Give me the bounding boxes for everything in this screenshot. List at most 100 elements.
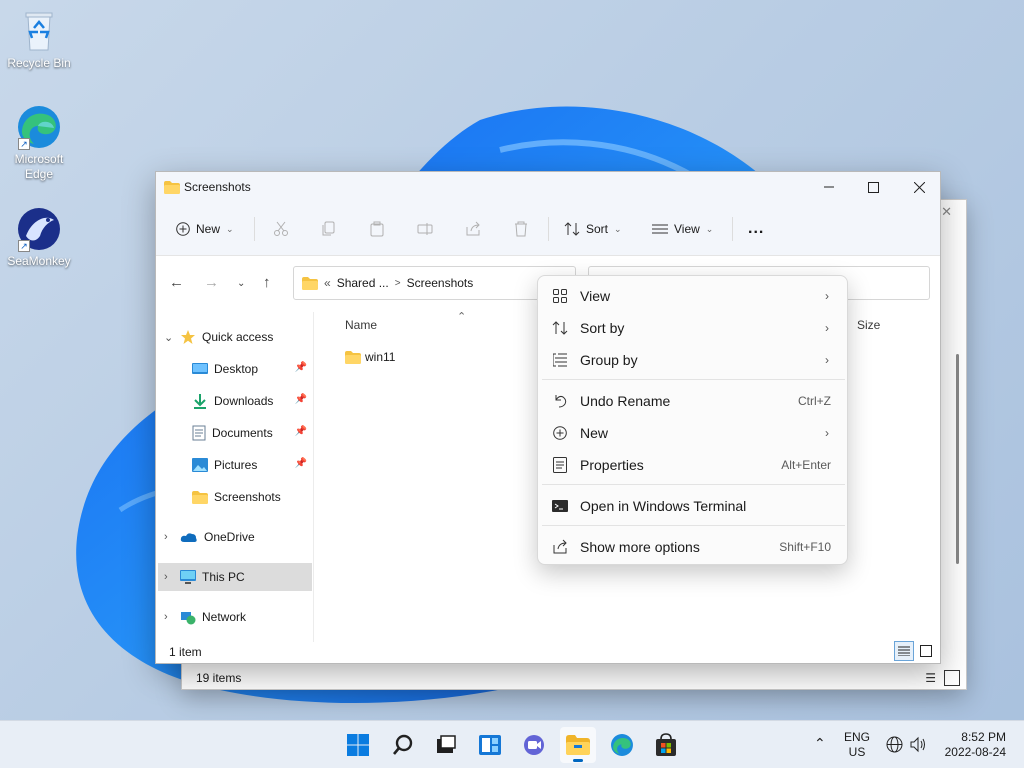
share-button[interactable]: [465, 213, 481, 245]
task-view-button[interactable]: [428, 727, 464, 763]
copy-button[interactable]: [321, 213, 337, 245]
sidebar-item-network[interactable]: › Network: [164, 603, 318, 631]
view-lines-icon: [652, 224, 668, 234]
desktop-icon-label: Microsoft Edge: [14, 152, 64, 181]
tiles-view-icon[interactable]: [944, 670, 960, 686]
widgets-button[interactable]: [472, 727, 508, 763]
recent-locations-button[interactable]: ⌄: [237, 278, 245, 289]
sidebar-item-this-pc[interactable]: › This PC: [158, 563, 312, 591]
context-menu: View › Sort by › Group by › Undo Rename …: [537, 275, 848, 565]
file-name: win11: [365, 350, 396, 364]
volume-icon[interactable]: [910, 736, 927, 756]
tiles-view-button[interactable]: [916, 641, 936, 661]
chevron-down-icon: ⌄: [705, 223, 714, 234]
sort-button[interactable]: Sort ⌄: [564, 213, 622, 245]
search-button[interactable]: [385, 727, 421, 763]
close-icon: [913, 181, 925, 193]
menu-item-group-by[interactable]: Group by ›: [542, 344, 845, 376]
sidebar-item-screenshots[interactable]: Screenshots: [192, 483, 310, 511]
sidebar-item-label: Documents: [212, 426, 273, 440]
language-indicator[interactable]: ENG US: [842, 730, 872, 760]
address-bar[interactable]: « Shared ... > Screenshots ⌄: [293, 266, 576, 300]
star-icon: [181, 330, 195, 344]
chevron-down-icon: ⌄: [614, 223, 622, 234]
cut-button[interactable]: [273, 213, 289, 245]
pin-icon[interactable]: 📌: [295, 394, 307, 405]
sidebar-item-label: Downloads: [214, 394, 274, 408]
maximize-button[interactable]: [850, 172, 896, 202]
forward-button[interactable]: →: [204, 274, 219, 291]
menu-item-show-more-options[interactable]: Show more options Shift+F10: [542, 531, 845, 563]
widgets-icon: [479, 735, 501, 755]
show-hidden-icons-button[interactable]: ⌃: [814, 735, 826, 752]
list-item[interactable]: win11: [345, 350, 395, 364]
menu-item-view[interactable]: View ›: [542, 280, 845, 312]
sidebar-item-downloads[interactable]: Downloads 📌: [192, 387, 310, 415]
details-view-button[interactable]: [894, 641, 914, 661]
network-status-icon[interactable]: [886, 736, 903, 756]
start-button[interactable]: [340, 727, 376, 763]
edge-button[interactable]: [604, 727, 640, 763]
clock-date: 2022-08-24: [944, 745, 1006, 759]
delete-button[interactable]: [513, 213, 529, 245]
sidebar-item-onedrive[interactable]: › OneDrive: [164, 523, 318, 551]
task-view-icon: [437, 735, 456, 753]
pin-icon[interactable]: 📌: [295, 362, 307, 373]
desktop-icon-recycle-bin[interactable]: Recycle Bin: [4, 8, 74, 71]
see-more-button[interactable]: ...: [748, 213, 764, 245]
paste-icon: [370, 221, 384, 237]
menu-item-label: Undo Rename: [580, 393, 671, 409]
maximize-icon: [867, 181, 879, 193]
breadcrumb-screenshots[interactable]: Screenshots: [407, 276, 474, 290]
seamonkey-icon: ↗: [16, 206, 62, 252]
paste-button[interactable]: [369, 213, 385, 245]
menu-item-new[interactable]: New ›: [542, 417, 845, 449]
chevron-down-icon: ⌄: [164, 331, 174, 344]
menu-item-sort-by[interactable]: Sort by ›: [542, 312, 845, 344]
pin-icon[interactable]: 📌: [295, 426, 307, 437]
divider: [732, 217, 733, 241]
copy-icon: [322, 221, 335, 236]
scrollbar[interactable]: [956, 354, 959, 564]
sidebar-item-documents[interactable]: Documents 📌: [192, 419, 310, 447]
column-header-name[interactable]: Name: [345, 318, 377, 332]
column-header-size[interactable]: Size: [857, 318, 880, 332]
up-button[interactable]: ↑: [263, 274, 271, 291]
breadcrumb-shared[interactable]: Shared ...: [337, 276, 389, 290]
folder-icon: [302, 276, 318, 290]
desktop-icon-edge[interactable]: ↗ Microsoft Edge: [4, 104, 74, 182]
sidebar-item-desktop[interactable]: Desktop 📌: [192, 355, 310, 383]
breadcrumb-overflow[interactable]: «: [324, 276, 331, 290]
menu-item-properties[interactable]: Properties Alt+Enter: [542, 449, 845, 481]
details-view-icon[interactable]: ☰: [925, 671, 936, 685]
chevron-right-icon: ›: [164, 611, 168, 623]
menu-separator: [542, 525, 845, 526]
sidebar-item-quick-access[interactable]: ⌄ Quick access: [164, 323, 318, 351]
chevron-right-icon: ›: [825, 426, 829, 440]
back-button[interactable]: ←: [169, 274, 184, 291]
sidebar-item-pictures[interactable]: Pictures 📌: [192, 451, 310, 479]
view-button[interactable]: View ⌄: [652, 213, 713, 245]
menu-item-open-terminal[interactable]: Open in Windows Terminal: [542, 490, 845, 522]
title-bar[interactable]: Screenshots: [156, 172, 940, 202]
file-explorer-button[interactable]: [560, 727, 596, 763]
menu-item-label: New: [580, 425, 609, 441]
chevron-right-icon: ›: [164, 571, 168, 583]
close-icon[interactable]: ✕: [941, 204, 952, 220]
rename-button[interactable]: [417, 213, 433, 245]
store-button[interactable]: [648, 727, 684, 763]
menu-item-undo-rename[interactable]: Undo Rename Ctrl+Z: [542, 385, 845, 417]
desktop-icon-seamonkey[interactable]: ↗ SeaMonkey: [4, 206, 74, 269]
divider: [254, 217, 255, 241]
system-clock[interactable]: 8:52 PM 2022-08-24: [940, 730, 1006, 760]
details-view-icon: [898, 646, 910, 656]
minimize-button[interactable]: [806, 172, 852, 202]
undo-icon: [552, 393, 568, 409]
terminal-icon: [552, 498, 568, 514]
new-button[interactable]: New ⌄: [176, 213, 234, 245]
close-button[interactable]: [896, 172, 942, 202]
pin-icon[interactable]: 📌: [295, 458, 307, 469]
edge-icon: [611, 734, 633, 756]
chat-button[interactable]: [516, 727, 552, 763]
chevron-right-icon: ›: [825, 353, 829, 367]
